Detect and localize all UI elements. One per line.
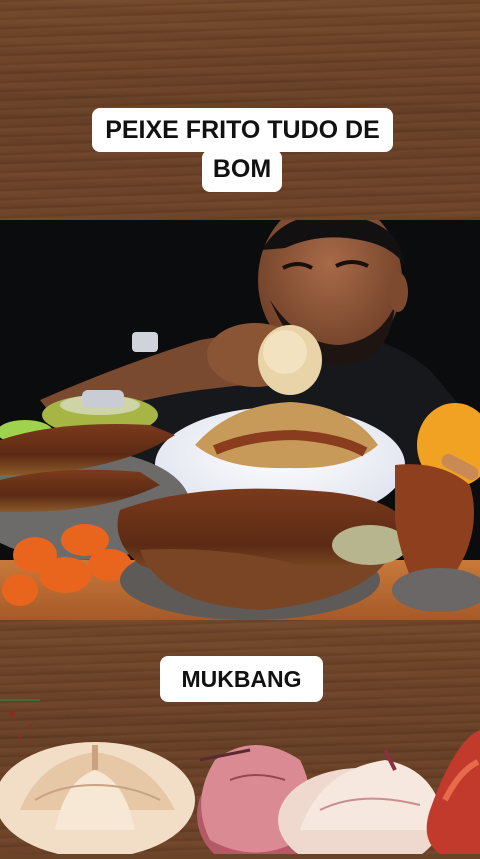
illustration-garlic-onion	[0, 690, 480, 859]
mukbang-scene	[0, 220, 480, 620]
video-frame[interactable]	[0, 220, 480, 620]
garlic-icon	[0, 742, 195, 858]
title-caption-line-2: BOM	[202, 150, 282, 192]
onion-icon	[278, 749, 445, 859]
title-caption-line-1: PEIXE FRITO TUDO DE	[92, 108, 393, 152]
pepper-icon	[426, 730, 480, 854]
